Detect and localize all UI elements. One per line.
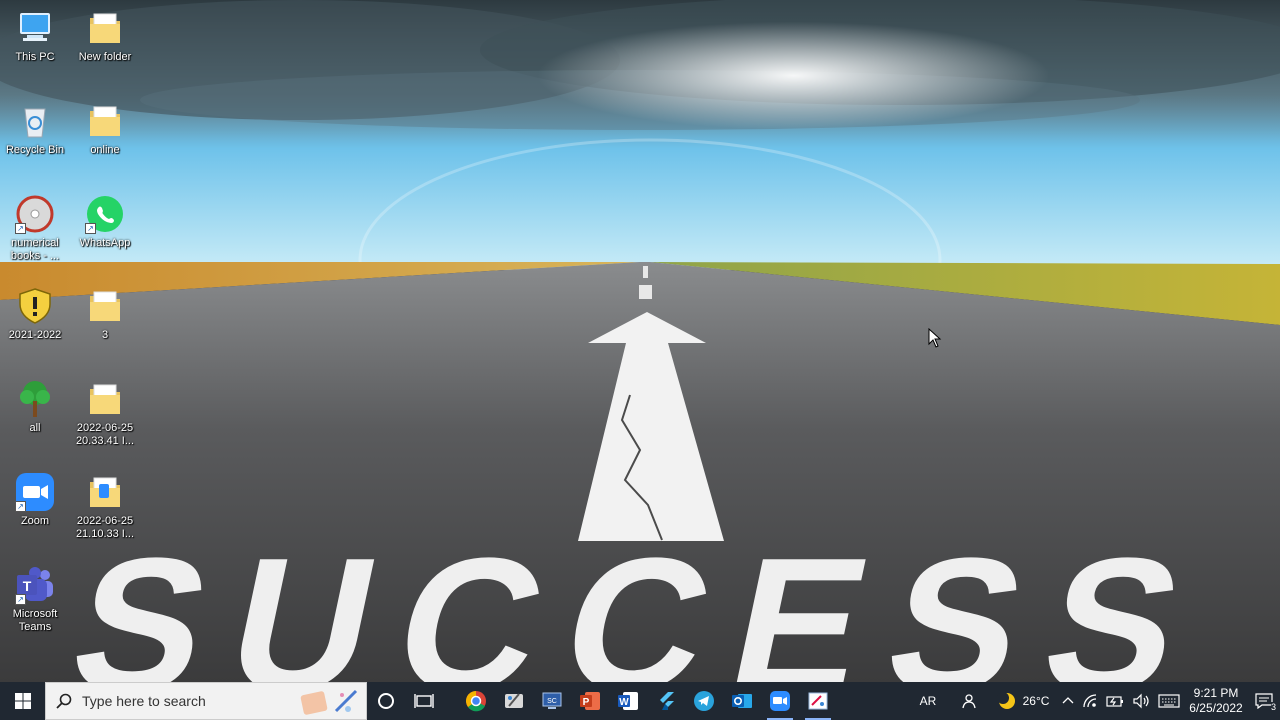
svg-text:T: T xyxy=(23,578,32,594)
paint-brush-app-icon xyxy=(505,693,523,708)
taskbar-screen-capture-app[interactable]: SC xyxy=(533,682,571,720)
icon-label: all xyxy=(29,422,41,434)
desktop-icon-2021-2022[interactable]: 2021-2022 xyxy=(0,286,70,342)
icon-label: This PC xyxy=(15,51,55,63)
clock[interactable]: 9:21 PM 6/25/2022 xyxy=(1184,682,1248,720)
flutter-app-icon xyxy=(660,692,674,710)
notification-count: 3 xyxy=(1270,702,1276,712)
task-view-icon xyxy=(414,694,434,708)
desktop-icon-zoom[interactable]: ↗ Zoom xyxy=(0,472,70,528)
cortana-icon xyxy=(378,693,394,709)
whatsapp-icon: ↗ xyxy=(85,194,125,234)
desktop-icon-new-folder[interactable]: New folder xyxy=(70,8,140,64)
taskbar: SC P W AR 26°C xyxy=(0,682,1280,720)
chrome-icon xyxy=(466,691,486,712)
volume-button[interactable] xyxy=(1128,682,1154,720)
teams-icon: T ↗ xyxy=(15,565,55,605)
desktop-icon-this-pc[interactable]: This PC xyxy=(0,8,70,64)
icon-label: 2022-06-25 20.33.41 I... xyxy=(75,422,135,447)
chevron-up-icon xyxy=(1062,697,1074,704)
search-icon xyxy=(46,693,82,709)
search-input[interactable] xyxy=(82,693,292,709)
powerpoint-icon: P xyxy=(580,692,600,710)
touch-keyboard-button[interactable] xyxy=(1154,682,1184,720)
desktop-icon-whatsapp[interactable]: ↗ WhatsApp xyxy=(70,194,140,250)
svg-text:W: W xyxy=(619,697,629,708)
language-indicator[interactable]: AR xyxy=(908,682,948,720)
icon-label: online xyxy=(90,144,120,156)
search-highlight-art-icon xyxy=(296,687,362,720)
desktop-icon-2022-06-25-20-33-41[interactable]: 2022-06-25 20.33.41 I... xyxy=(70,379,140,448)
desktop-wallpaper: SUCCESS xyxy=(0,0,1280,682)
cortana-button[interactable] xyxy=(367,682,405,720)
folder-icon xyxy=(85,286,125,326)
paint-icon xyxy=(808,692,828,710)
desktop-icon-online[interactable]: online xyxy=(70,101,140,157)
icon-label: Microsoft Teams xyxy=(12,608,58,633)
shield-warning-icon xyxy=(15,286,55,326)
desktop-icon-all[interactable]: all xyxy=(0,379,70,435)
taskbar-telegram[interactable] xyxy=(685,682,723,720)
outlook-icon xyxy=(732,694,752,708)
svg-text:P: P xyxy=(583,697,590,708)
folder-icon xyxy=(85,472,125,512)
action-center-button[interactable]: 3 xyxy=(1248,682,1280,720)
folder-icon xyxy=(85,101,125,141)
this-pc-icon xyxy=(15,8,55,48)
icon-label: Zoom xyxy=(20,515,50,527)
taskbar-word[interactable]: W xyxy=(609,682,647,720)
icon-label: 2021-2022 xyxy=(8,329,62,341)
svg-text:SUCCESS: SUCCESS xyxy=(55,518,1229,682)
taskbar-paint[interactable] xyxy=(799,682,837,720)
screen-capture-app-icon: SC xyxy=(542,692,562,709)
show-hidden-icons-button[interactable] xyxy=(1058,682,1078,720)
moon-weather-icon xyxy=(996,692,1015,709)
weather-temperature: 26°C xyxy=(1022,694,1050,708)
icon-label: Recycle Bin xyxy=(5,144,65,156)
taskbar-search[interactable] xyxy=(45,682,367,720)
desktop-icon-numerical-books[interactable]: ↗ numerical books - ... xyxy=(0,194,70,263)
weather-widget[interactable]: 26°C xyxy=(988,682,1058,720)
icon-label: New folder xyxy=(78,51,132,63)
svg-text:SC: SC xyxy=(547,698,557,705)
folder-icon xyxy=(85,8,125,48)
disc-shortcut-icon: ↗ xyxy=(15,194,55,234)
desktop-icon-microsoft-teams[interactable]: T ↗ Microsoft Teams xyxy=(0,565,70,634)
battery-button[interactable] xyxy=(1102,682,1128,720)
folder-icon xyxy=(85,379,125,419)
word-icon: W xyxy=(618,692,638,710)
icon-label: WhatsApp xyxy=(79,237,131,249)
taskbar-chrome[interactable] xyxy=(457,682,495,720)
mouse-cursor-icon xyxy=(928,327,942,353)
taskbar-powerpoint[interactable]: P xyxy=(571,682,609,720)
battery-charging-icon xyxy=(1106,696,1123,707)
network-button[interactable] xyxy=(1078,682,1102,720)
tree-icon xyxy=(15,379,55,419)
taskbar-outlook[interactable] xyxy=(723,682,761,720)
task-view-button[interactable] xyxy=(405,682,443,720)
taskbar-paint-brush-app[interactable] xyxy=(495,682,533,720)
start-button[interactable] xyxy=(0,682,45,720)
zoom-icon xyxy=(770,691,790,711)
keyboard-icon xyxy=(1158,694,1180,708)
desktop-icon-2022-06-25-21-10-33[interactable]: 2022-06-25 21.10.33 I... xyxy=(70,472,140,541)
clock-date: 6/25/2022 xyxy=(1189,701,1243,715)
icon-label: 3 xyxy=(101,329,109,341)
zoom-icon: ↗ xyxy=(15,472,55,512)
taskbar-flutter-app[interactable] xyxy=(647,682,685,720)
taskbar-zoom[interactable] xyxy=(761,682,799,720)
people-button[interactable] xyxy=(948,682,988,720)
recycle-bin-icon xyxy=(15,101,55,141)
desktop-icon-3[interactable]: 3 xyxy=(70,286,140,342)
clock-time: 9:21 PM xyxy=(1193,686,1239,700)
icon-label: numerical books - ... xyxy=(10,237,60,262)
people-icon xyxy=(962,694,976,709)
wifi-icon xyxy=(1083,694,1097,708)
icon-label: 2022-06-25 21.10.33 I... xyxy=(75,515,135,540)
speaker-icon xyxy=(1133,693,1149,709)
telegram-icon xyxy=(694,691,714,711)
desktop-icon-recycle-bin[interactable]: Recycle Bin xyxy=(0,101,70,157)
system-tray: AR 26°C 9:21 PM 6/25/2022 3 xyxy=(908,682,1280,720)
windows-logo-icon xyxy=(14,693,31,709)
